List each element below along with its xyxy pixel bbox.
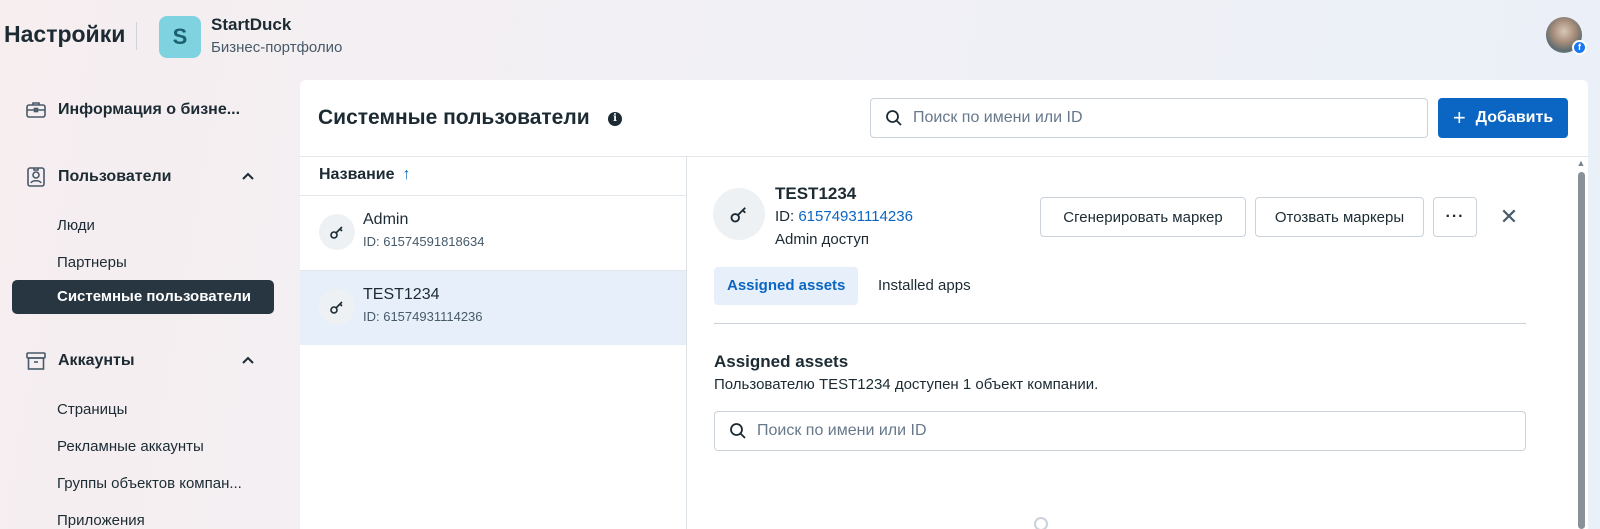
sidebar-item-label: Информация о бизне... xyxy=(58,101,241,118)
assets-search-input[interactable] xyxy=(714,411,1526,451)
sort-arrow-up-icon[interactable]: ↑ xyxy=(403,166,411,184)
user-name: Admin xyxy=(363,211,409,228)
header-divider xyxy=(136,22,137,50)
assets-section-title: Assigned assets xyxy=(714,352,849,371)
sidebar-item-apps[interactable]: Приложения xyxy=(57,512,145,529)
plus-icon: + xyxy=(1452,105,1466,130)
sidebar-group-label: Пользователи xyxy=(58,168,172,185)
user-id: ID: 61574931114236 xyxy=(363,309,483,324)
briefcase-icon xyxy=(26,102,46,118)
column-header-label: Название xyxy=(319,166,395,183)
business-name[interactable]: StartDuck xyxy=(211,15,291,35)
table-row[interactable]: TEST1234 ID: 61574931114236 xyxy=(300,271,686,345)
key-icon xyxy=(319,214,355,250)
add-button-label: Добавить xyxy=(1475,109,1554,126)
search-input[interactable] xyxy=(870,98,1428,138)
sidebar-group-users[interactable]: Пользователи xyxy=(24,163,256,191)
section-title: Системные пользователи xyxy=(318,106,590,129)
detail-user-id: ID: 61574931114236 xyxy=(775,208,913,225)
search-icon xyxy=(730,423,746,439)
divider xyxy=(714,323,1526,324)
chevron-up-icon[interactable] xyxy=(240,353,256,369)
page-title: Настройки xyxy=(4,21,126,47)
assets-search-field[interactable] xyxy=(757,422,1237,440)
column-header-name[interactable]: Название ↑ xyxy=(319,166,411,184)
assets-section-description: Пользователю TEST1234 доступен 1 объект … xyxy=(714,376,1099,393)
id-prefix: ID: xyxy=(775,208,799,225)
user-name: TEST1234 xyxy=(363,286,440,303)
sidebar-group-label: Аккаунты xyxy=(58,352,135,369)
sidebar-item-asset-groups[interactable]: Группы объектов компан... xyxy=(57,475,242,492)
scrollbar-thumb[interactable] xyxy=(1578,172,1585,529)
close-icon[interactable]: ✕ xyxy=(1495,203,1523,231)
detail-panel: TEST1234 ID: 61574931114236 Admin доступ… xyxy=(686,157,1588,529)
sidebar-item-people[interactable]: Люди xyxy=(57,217,95,234)
tab-installed-apps[interactable]: Installed apps xyxy=(865,267,984,305)
sidebar-group-accounts[interactable]: Аккаунты xyxy=(24,347,256,375)
sidebar: Информация о бизне... Пользователи Люди … xyxy=(0,80,290,529)
id-badge-icon xyxy=(27,167,45,187)
scroll-up-arrow-icon[interactable]: ▲ xyxy=(1575,158,1587,168)
search-field[interactable] xyxy=(913,109,1393,127)
sidebar-item-partners[interactable]: Партнеры xyxy=(57,254,127,271)
business-subtitle: Бизнес-портфолио xyxy=(211,39,343,56)
sidebar-item-ad-accounts[interactable]: Рекламные аккаунты xyxy=(57,438,204,455)
chevron-up-icon[interactable] xyxy=(240,169,256,185)
search-icon xyxy=(886,110,902,126)
top-header: Настройки S StartDuck Бизнес-портфолио f xyxy=(0,0,1600,78)
generate-token-button[interactable]: Сгенерировать маркер xyxy=(1040,197,1246,237)
key-icon xyxy=(319,289,355,325)
loading-spinner-icon xyxy=(1034,517,1048,529)
revoke-tokens-button[interactable]: Отозвать маркеры xyxy=(1255,197,1424,237)
table-row[interactable]: Admin ID: 61574591818634 xyxy=(300,196,686,270)
sidebar-item-business-info[interactable]: Информация о бизне... xyxy=(24,96,256,124)
sidebar-item-pages[interactable]: Страницы xyxy=(57,401,127,418)
add-button[interactable]: + Добавить xyxy=(1438,98,1568,138)
tab-assigned-assets[interactable]: Assigned assets xyxy=(714,267,859,305)
sidebar-item-system-users[interactable]: Системные пользователи xyxy=(12,280,274,314)
user-id: ID: 61574591818634 xyxy=(363,234,485,249)
info-icon[interactable]: i xyxy=(608,112,622,126)
main-panel: Системные пользователи i + Добавить Назв… xyxy=(300,80,1588,529)
user-id-link[interactable]: 61574931114236 xyxy=(798,208,913,225)
facebook-badge-icon: f xyxy=(1572,40,1587,55)
more-options-button[interactable]: ··· xyxy=(1433,197,1477,237)
detail-user-name: TEST1234 xyxy=(775,184,857,203)
business-logo[interactable]: S xyxy=(159,16,201,58)
archive-box-icon xyxy=(26,352,46,370)
key-icon xyxy=(713,188,765,240)
access-level: Admin доступ xyxy=(775,231,869,248)
